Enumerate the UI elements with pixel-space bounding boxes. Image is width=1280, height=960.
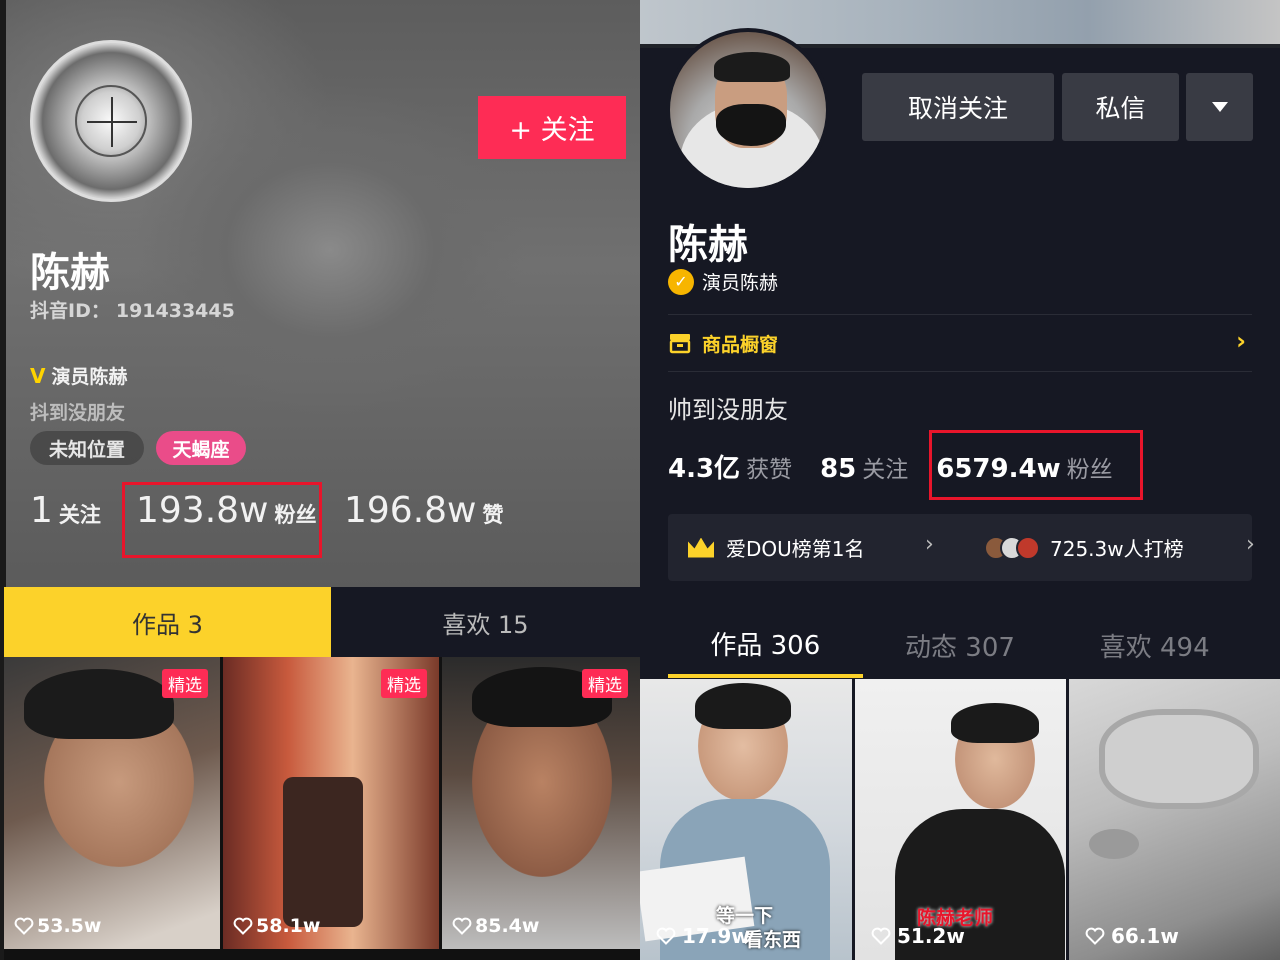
tab-likes[interactable]: 喜欢 494	[1057, 612, 1252, 678]
video-likes: 51.2w	[871, 924, 965, 948]
profile-name: 陈赫	[668, 222, 748, 268]
likes-label: 赞	[482, 503, 504, 527]
video-thumbnail[interactable]: 精选 85.4w	[442, 657, 640, 949]
idol-ranking-bar[interactable]: 爱DOU榜第1名 › 725.3w人打榜 ›	[668, 514, 1255, 581]
caret-down-icon	[1211, 102, 1228, 112]
followers-highlight-box	[122, 482, 322, 558]
shop-icon	[669, 334, 691, 354]
tab-moments[interactable]: 动态 307	[863, 612, 1058, 678]
content-tabs: 作品 306 动态 307 喜欢 494	[668, 612, 1252, 678]
heart-icon	[452, 917, 472, 935]
video-thumbnail[interactable]: 陈赫老师 51.2w	[855, 679, 1066, 960]
rank-info[interactable]: 爱DOU榜第1名	[688, 514, 865, 581]
verification: V 演员陈赫	[30, 362, 128, 389]
video-likes: 53.5w	[14, 915, 101, 937]
watch-avatar-image	[75, 85, 147, 157]
zodiac-tag: 天蝎座	[156, 431, 246, 465]
video-likes-count: 85.4w	[475, 915, 540, 937]
heart-icon	[14, 917, 34, 935]
message-button[interactable]: 私信	[1062, 73, 1179, 141]
supporters-info[interactable]: 725.3w人打榜	[984, 514, 1184, 581]
following-label: 关注	[862, 457, 909, 483]
verified-v-icon: V	[30, 363, 46, 388]
follow-button-label: + 关注	[509, 115, 595, 146]
verified-check-icon: ✓	[668, 268, 694, 295]
verification-text: 演员陈赫	[51, 366, 128, 388]
tab-works[interactable]: 作品 3	[4, 587, 331, 657]
heart-icon	[656, 927, 676, 945]
video-likes-count: 58.1w	[256, 915, 321, 937]
featured-badge: 精选	[162, 669, 208, 698]
likes-count: 4.3亿	[668, 454, 741, 484]
likes-stat: 4.3亿 获赞	[668, 448, 792, 485]
rank-label: 爱DOU榜第1名	[726, 537, 865, 561]
content-tabs: 作品 3 喜欢 15	[4, 587, 640, 657]
video-likes-count: 51.2w	[897, 924, 965, 948]
video-likes: 66.1w	[1085, 924, 1179, 948]
right-profile-panel: 取消关注 私信 陈赫 ✓ 演员陈赫 商品橱窗 › 帅到没朋友 4.3亿 获赞 8…	[640, 0, 1280, 960]
douyin-id: 抖音ID： 191433445	[30, 296, 235, 323]
verification-text: 演员陈赫	[702, 272, 779, 294]
video-likes: 85.4w	[452, 915, 539, 937]
douyin-id-label: 抖音ID：	[30, 300, 110, 322]
video-thumbnail[interactable]: 精选 53.5w	[4, 657, 220, 949]
following-stat[interactable]: 85 关注	[820, 450, 908, 484]
more-options-button[interactable]	[1186, 73, 1253, 141]
video-thumbnail[interactable]: 66.1w	[1069, 679, 1280, 960]
likes-count: 196.8w	[344, 490, 477, 531]
verification: ✓ 演员陈赫	[668, 268, 778, 295]
avatar[interactable]	[666, 28, 830, 192]
video-grid: 精选 53.5w 精选 58.1w 精选 85.4w	[4, 657, 640, 960]
heart-icon	[871, 927, 891, 945]
chevron-right-icon: ›	[925, 532, 934, 557]
follow-button[interactable]: + 关注	[478, 96, 626, 159]
divider	[668, 371, 1252, 372]
left-profile-panel: + 关注 陈赫 抖音ID： 191433445 V 演员陈赫 抖到没朋友 未知位置…	[0, 0, 640, 960]
following-count: 1	[30, 490, 53, 531]
video-likes: 17.9w	[656, 924, 750, 948]
followers-highlight-box	[929, 430, 1143, 500]
video-likes-count: 53.5w	[37, 915, 102, 937]
heart-icon	[233, 917, 253, 935]
video-caption: 看东西	[744, 929, 802, 951]
video-thumbnail[interactable]: 精选 58.1w	[223, 657, 439, 949]
supporter-avatars	[984, 535, 1040, 560]
location-tag: 未知位置	[30, 431, 144, 465]
video-likes-count: 17.9w	[682, 924, 750, 948]
tab-works[interactable]: 作品 306	[668, 612, 863, 678]
likes-stat: 196.8w 赞	[344, 490, 504, 531]
douyin-id-value: 191433445	[115, 300, 235, 322]
following-label: 关注	[58, 503, 101, 527]
following-count: 85	[820, 454, 857, 484]
profile-bio: 抖到没朋友	[30, 402, 126, 424]
featured-badge: 精选	[582, 669, 628, 698]
chevron-right-icon: ›	[1246, 532, 1255, 557]
heart-icon	[1085, 927, 1105, 945]
featured-badge: 精选	[381, 669, 427, 698]
profile-name: 陈赫	[30, 250, 110, 296]
crown-icon	[688, 537, 714, 558]
video-thumbnail[interactable]: 等一下 看东西 17.9w	[640, 679, 852, 960]
avatar[interactable]	[30, 40, 192, 202]
profile-bio: 帅到没朋友	[668, 396, 788, 424]
divider	[668, 314, 1252, 315]
chevron-right-icon: ›	[1236, 327, 1246, 355]
shop-window-label: 商品橱窗	[702, 333, 779, 356]
video-likes-count: 66.1w	[1111, 924, 1179, 948]
unfollow-button[interactable]: 取消关注	[862, 73, 1054, 141]
video-grid: 等一下 看东西 17.9w 陈赫老师 51.2w 66.1w	[640, 679, 1280, 960]
supporters-count: 725.3w人打榜	[1050, 537, 1184, 561]
video-likes: 58.1w	[233, 915, 320, 937]
shop-window-row[interactable]: 商品橱窗 ›	[668, 327, 1252, 359]
tab-likes[interactable]: 喜欢 15	[331, 587, 640, 657]
following-stat[interactable]: 1 关注	[30, 490, 101, 531]
likes-label: 获赞	[746, 457, 793, 483]
